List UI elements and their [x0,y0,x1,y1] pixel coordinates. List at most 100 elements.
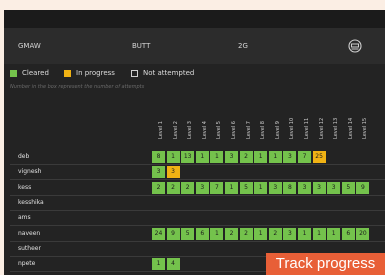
level-cell-cleared[interactable]: 3 [152,166,165,179]
position-label[interactable]: 2G [238,42,248,50]
student-row[interactable]: kess 2 2 2 3 7 1 5 1 3 8 3 3 3 5 9 [4,181,385,196]
level-header-label: Level 2 [172,121,179,139]
level-header: Level 11 [298,105,311,139]
level-cell-cleared[interactable]: 1 [152,258,165,271]
level-cell-cleared[interactable]: 3 [195,181,209,194]
level-cell-cleared[interactable]: 1 [254,181,268,194]
level-cell-cleared[interactable]: 3 [268,181,282,194]
level-cell-cleared[interactable]: 9 [356,181,370,194]
student-name: kess [18,183,32,191]
level-cell-cleared[interactable]: 1 [312,227,326,240]
filter-header: GMAW BUTT 2G [4,28,385,64]
level-cell-cleared[interactable]: 24 [152,227,165,240]
level-cell-cleared[interactable]: 5 [239,181,253,194]
student-name: sutheer [18,244,41,252]
level-cell-in-progress[interactable]: 25 [312,151,326,163]
legend: Cleared In progress Not attempted [8,66,385,82]
level-header: Level 13 [327,105,340,139]
level-header: Level 15 [356,105,369,139]
in-progress-swatch [64,69,71,77]
level-header: Level 10 [283,105,296,139]
level-header: Level 6 [225,105,238,139]
level-header-label: Level 5 [216,121,223,139]
student-row[interactable]: vignesh 3 3 [4,165,385,181]
level-cell-cleared[interactable]: 2 [181,181,195,194]
student-name: vignesh [18,168,42,176]
level-cell-cleared[interactable]: 13 [181,151,195,163]
legend-cleared-label: Cleared [22,69,49,77]
level-header-label: Level 15 [362,117,369,139]
level-cell-cleared[interactable]: 1 [327,227,341,240]
level-cell-in-progress[interactable]: 3 [166,166,180,179]
level-cell-cleared[interactable]: 1 [254,151,268,163]
level-cell-cleared[interactable]: 2 [152,181,165,194]
student-row[interactable]: naveen 24 9 5 6 1 2 2 1 2 3 1 1 1 6 20 [4,227,385,242]
level-header: Level 4 [196,105,209,139]
level-cell-cleared[interactable]: 3 [283,227,297,240]
app-window: GMAW BUTT 2G Cleared In progress Not att… [4,10,385,275]
legend-in-progress-label: In progress [76,69,115,77]
student-name: naveen [18,229,41,237]
level-header-label: Level 6 [231,121,237,139]
level-cell-cleared[interactable]: 8 [152,151,165,163]
joint-label[interactable]: BUTT [132,42,150,50]
level-header: Level 12 [313,105,326,139]
level-header: Level 3 [181,105,194,139]
level-header-label: Level 11 [304,117,310,139]
level-header: Level 1 [152,105,165,139]
level-cell-cleared[interactable]: 7 [298,151,311,163]
level-cell-cleared[interactable]: 7 [210,181,224,194]
level-cell-cleared[interactable]: 2 [239,151,253,163]
level-cell-cleared[interactable]: 2 [239,227,253,240]
student-row[interactable]: kesshika [4,196,385,211]
level-cell-cleared[interactable]: 8 [283,181,297,194]
level-cell-cleared[interactable]: 1 [166,151,180,163]
level-header-label: Level 13 [333,117,340,139]
level-cell-cleared[interactable]: 5 [181,227,195,240]
student-name: ams [18,214,31,222]
level-cell-cleared[interactable]: 4 [166,258,180,271]
legend-in-progress: In progress [64,69,115,77]
top-strip [4,10,385,28]
level-cell-cleared[interactable]: 6 [341,227,355,240]
level-cell-cleared[interactable]: 9 [166,227,180,240]
student-name: deb [18,153,30,160]
track-progress-banner: Track progress [266,253,385,275]
level-header-label: Level 7 [245,121,252,139]
cleared-swatch [10,69,17,77]
legend-cleared: Cleared [10,69,49,77]
level-cell-cleared[interactable]: 2 [225,227,238,240]
level-cell-cleared[interactable]: 1 [225,181,238,194]
level-cell-cleared[interactable]: 1 [210,151,224,163]
legend-not-attempted: Not attempted [131,69,194,77]
level-cell-cleared[interactable]: 20 [356,227,370,240]
level-header-label: Level 9 [274,121,281,139]
level-headers: Level 1 Level 2 Level 3 Level 4 Level 5 Level… [4,105,385,143]
level-cell-cleared[interactable]: 5 [341,181,355,194]
level-cell-cleared[interactable]: 3 [298,181,311,194]
level-header: Level 5 [210,105,223,139]
student-name: kesshika [18,198,44,206]
level-cell-cleared[interactable]: 1 [254,227,268,240]
level-cell-cleared[interactable]: 3 [225,151,238,163]
level-cell-cleared[interactable]: 3 [327,181,341,194]
level-cell-cleared[interactable]: 3 [283,151,297,163]
attempts-note: Number in the box represent the number o… [10,84,145,90]
student-row[interactable]: ams [4,211,385,227]
level-cell-cleared[interactable]: 1 [268,151,282,163]
level-cell-cleared[interactable]: 6 [195,227,209,240]
legend-not-attempted-label: Not attempted [143,69,195,77]
process-label[interactable]: GMAW [18,42,41,50]
level-header-label: Level 12 [318,117,325,139]
user-profile-icon[interactable] [348,39,362,53]
level-cell-cleared[interactable]: 2 [268,227,282,240]
level-cell-cleared[interactable]: 1 [195,151,209,163]
level-header: Level 7 [240,105,253,139]
level-cell-cleared[interactable]: 3 [312,181,326,194]
level-cell-cleared[interactable]: 1 [210,227,224,240]
student-name: npete [18,260,36,268]
level-cell-cleared[interactable]: 1 [298,227,311,240]
level-cell-cleared[interactable]: 2 [166,181,180,194]
level-header: Level 14 [342,105,355,139]
student-row[interactable]: deb 8 1 13 1 1 3 2 1 1 3 7 25 [4,150,385,165]
